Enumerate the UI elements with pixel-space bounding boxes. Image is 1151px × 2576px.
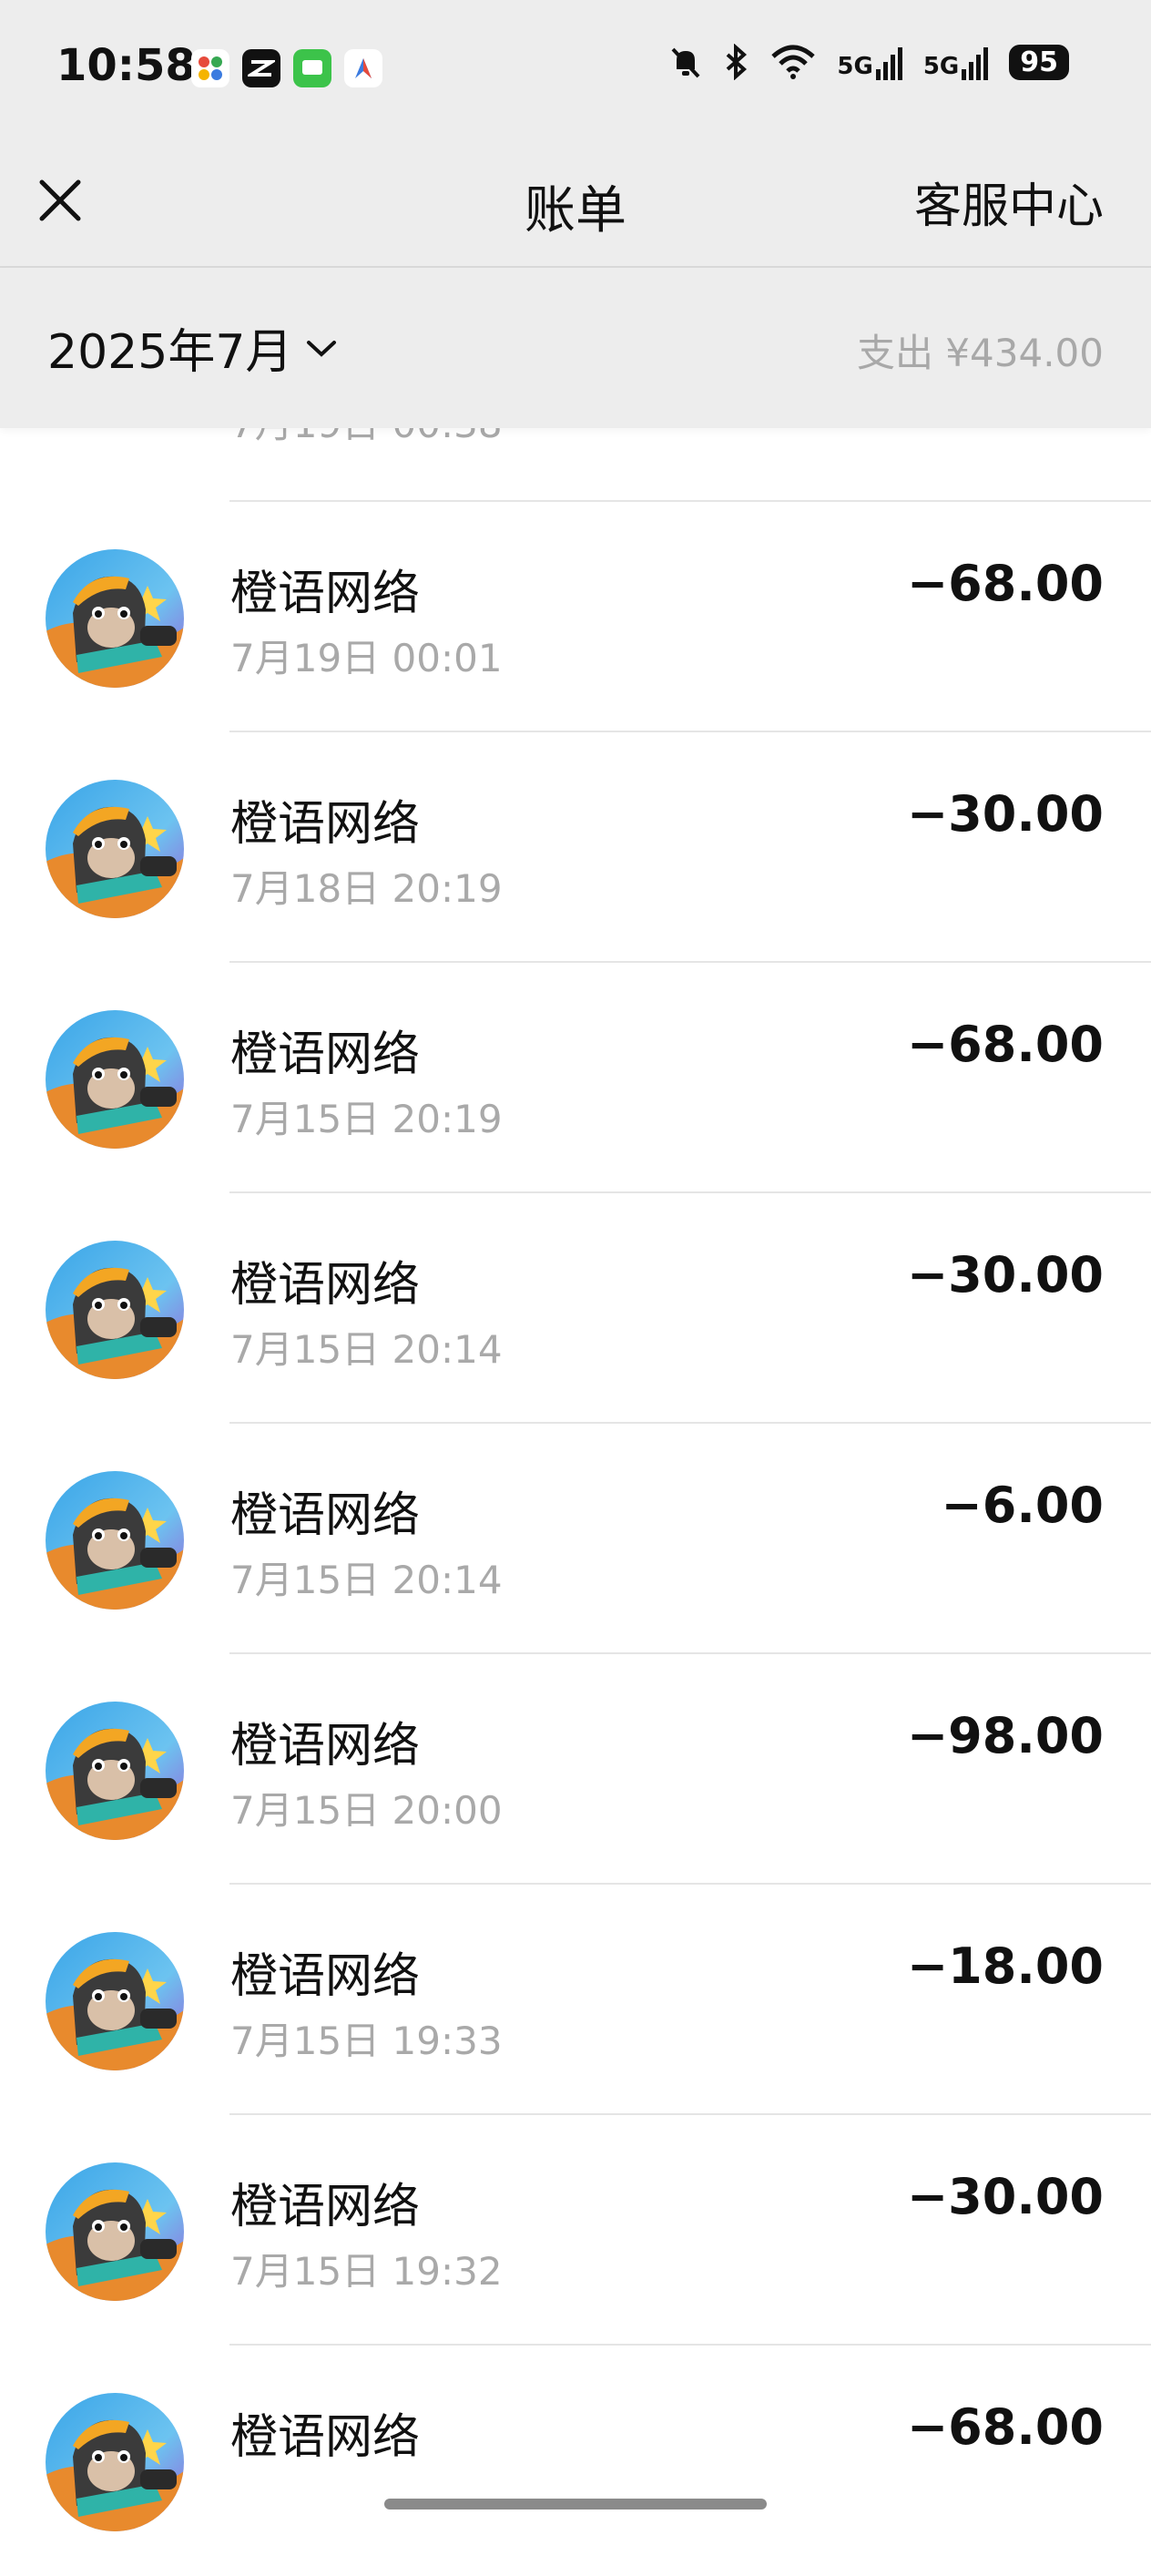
transaction-amount: −68.00	[906, 1016, 1104, 1073]
merchant-name: 橙语网络	[230, 567, 421, 621]
signal-2: 5G	[923, 44, 989, 80]
month-filter-bar: 2025年7月 支出 ¥434.00	[0, 268, 1151, 428]
transaction-row[interactable]: 橙语网络 7月18日 20:19 −30.00	[0, 732, 1151, 963]
transaction-amount: −30.00	[906, 785, 1104, 843]
system-indicators: 5G 5G 95	[667, 44, 1069, 80]
status-time: 10:58	[56, 40, 196, 91]
merchant-name: 橙语网络	[230, 1027, 421, 1082]
transaction-datetime: 7月15日 20:00	[230, 1788, 503, 1833]
merchant-name: 橙语网络	[230, 1719, 421, 1774]
chevron-down-icon	[307, 340, 337, 357]
transaction-list: 7月19日 00:38 橙语网络7月19日 00:01−68.00 橙语网络7月…	[0, 271, 1151, 2576]
transaction-amount: −6.00	[941, 1477, 1104, 1534]
nav-bar: 账单 客服中心	[0, 137, 1151, 268]
wifi-icon	[771, 45, 816, 79]
transaction-row[interactable]: 橙语网络 −68.00	[0, 2346, 1151, 2576]
merchant-name: 橙语网络	[230, 2180, 421, 2234]
transaction-row[interactable]: 橙语网络 7月15日 20:14 −6.00	[0, 1424, 1151, 1654]
message-icon	[293, 49, 331, 87]
transaction-datetime: 7月15日 20:19	[230, 1097, 503, 1141]
transaction-datetime: 7月19日 00:01	[230, 636, 503, 680]
month-selector[interactable]: 2025年7月	[47, 313, 338, 382]
transaction-datetime: 7月18日 20:19	[230, 866, 503, 911]
signal-bars-icon	[962, 47, 989, 80]
transaction-datetime: 7月15日 20:14	[230, 1327, 503, 1372]
merchant-avatar	[46, 1471, 184, 1610]
transaction-row[interactable]: 橙语网络 7月15日 20:00 −98.00	[0, 1654, 1151, 1885]
signal-1: 5G	[837, 44, 902, 80]
home-indicator[interactable]	[384, 2499, 767, 2510]
transaction-row[interactable]: 橙语网络 7月15日 20:19 −68.00	[0, 963, 1151, 1193]
notification-icons	[191, 49, 382, 87]
merchant-name: 橙语网络	[230, 1488, 421, 1543]
status-bar: 10:58 5G 5G 95	[0, 0, 1151, 137]
mute-icon	[671, 47, 700, 78]
app-notification-icon	[191, 49, 229, 87]
merchant-name: 橙语网络	[230, 1949, 421, 2004]
transaction-amount: −30.00	[906, 2168, 1104, 2225]
merchant-avatar	[46, 2393, 184, 2531]
merchant-name: 橙语网络	[230, 2410, 421, 2465]
transaction-row[interactable]: 橙语网络 7月19日 00:01 −68.00	[0, 502, 1151, 732]
merchant-avatar	[46, 780, 184, 918]
month-label: 2025年7月	[47, 325, 293, 380]
signal-bars-icon	[875, 47, 902, 80]
merchant-avatar	[46, 549, 184, 688]
transaction-row[interactable]: 橙语网络 7月15日 19:33 −18.00	[0, 1885, 1151, 2115]
merchant-avatar	[46, 1010, 184, 1149]
transaction-datetime: 7月15日 20:14	[230, 1558, 503, 1602]
compass-icon	[344, 49, 382, 87]
transaction-row[interactable]: 橙语网络 7月15日 19:32 −30.00	[0, 2115, 1151, 2346]
merchant-name: 橙语网络	[230, 797, 421, 852]
transaction-amount: −98.00	[906, 1707, 1104, 1764]
monthly-expense-total: 支出 ¥434.00	[856, 331, 1104, 375]
merchant-avatar	[46, 1702, 184, 1840]
capcut-icon	[242, 49, 280, 87]
transaction-datetime: 7月15日 19:32	[230, 2249, 503, 2294]
merchant-avatar	[46, 2162, 184, 2301]
transaction-amount: −30.00	[906, 1246, 1104, 1303]
customer-service-link[interactable]: 客服中心	[914, 168, 1104, 236]
transaction-amount: −68.00	[906, 2398, 1104, 2456]
merchant-avatar	[46, 1932, 184, 2070]
battery-indicator: 95	[1009, 44, 1069, 80]
transaction-row[interactable]: 橙语网络 7月15日 20:14 −30.00	[0, 1193, 1151, 1424]
merchant-avatar	[46, 1241, 184, 1379]
transaction-amount: −18.00	[906, 1937, 1104, 1995]
merchant-name: 橙语网络	[230, 1258, 421, 1313]
transaction-amount: −68.00	[906, 555, 1104, 612]
transaction-datetime: 7月15日 19:33	[230, 2019, 503, 2063]
bluetooth-icon	[727, 44, 748, 80]
